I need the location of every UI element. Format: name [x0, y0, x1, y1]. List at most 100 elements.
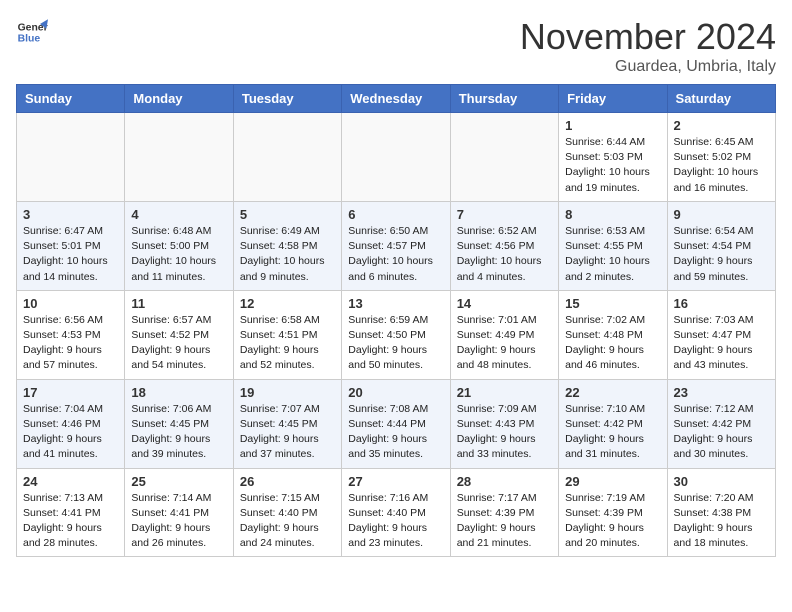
calendar-header-cell: Wednesday — [342, 85, 450, 113]
day-info: Sunrise: 7:20 AM Sunset: 4:38 PM Dayligh… — [674, 491, 769, 552]
calendar-header-cell: Saturday — [667, 85, 775, 113]
day-info: Sunrise: 6:54 AM Sunset: 4:54 PM Dayligh… — [674, 224, 769, 285]
day-info: Sunrise: 7:03 AM Sunset: 4:47 PM Dayligh… — [674, 313, 769, 374]
day-info: Sunrise: 6:49 AM Sunset: 4:58 PM Dayligh… — [240, 224, 335, 285]
calendar-day-cell: 3 Sunrise: 6:47 AM Sunset: 5:01 PM Daylig… — [17, 201, 125, 290]
day-number: 13 — [348, 296, 443, 311]
calendar-day-cell: 8 Sunrise: 6:53 AM Sunset: 4:55 PM Daylig… — [559, 201, 667, 290]
calendar-day-cell: 11 Sunrise: 6:57 AM Sunset: 4:52 PM Dayli… — [125, 290, 233, 379]
day-info: Sunrise: 6:47 AM Sunset: 5:01 PM Dayligh… — [23, 224, 118, 285]
day-number: 7 — [457, 207, 552, 222]
day-info: Sunrise: 7:13 AM Sunset: 4:41 PM Dayligh… — [23, 491, 118, 552]
calendar-day-cell: 1 Sunrise: 6:44 AM Sunset: 5:03 PM Daylig… — [559, 113, 667, 202]
calendar-day-cell — [342, 113, 450, 202]
calendar-day-cell — [450, 113, 558, 202]
calendar-day-cell: 28 Sunrise: 7:17 AM Sunset: 4:39 PM Dayli… — [450, 468, 558, 557]
day-number: 10 — [23, 296, 118, 311]
title-area: November 2024 Guardea, Umbria, Italy — [520, 16, 776, 76]
day-info: Sunrise: 6:48 AM Sunset: 5:00 PM Dayligh… — [131, 224, 226, 285]
day-number: 12 — [240, 296, 335, 311]
day-number: 17 — [23, 385, 118, 400]
day-info: Sunrise: 7:12 AM Sunset: 4:42 PM Dayligh… — [674, 402, 769, 463]
day-info: Sunrise: 6:44 AM Sunset: 5:03 PM Dayligh… — [565, 135, 660, 196]
calendar-header-cell: Tuesday — [233, 85, 341, 113]
day-info: Sunrise: 7:07 AM Sunset: 4:45 PM Dayligh… — [240, 402, 335, 463]
calendar-day-cell: 13 Sunrise: 6:59 AM Sunset: 4:50 PM Dayli… — [342, 290, 450, 379]
calendar-day-cell — [233, 113, 341, 202]
calendar-body: 1 Sunrise: 6:44 AM Sunset: 5:03 PM Daylig… — [17, 113, 776, 557]
logo-icon: General Blue — [16, 16, 48, 48]
day-number: 25 — [131, 474, 226, 489]
calendar-day-cell: 21Sunrise: 7:09 AM Sunset: 4:43 PM Dayli… — [450, 379, 558, 468]
day-info: Sunrise: 7:14 AM Sunset: 4:41 PM Dayligh… — [131, 491, 226, 552]
day-number: 11 — [131, 296, 226, 311]
day-number: 30 — [674, 474, 769, 489]
calendar-day-cell: 25 Sunrise: 7:14 AM Sunset: 4:41 PM Dayli… — [125, 468, 233, 557]
day-number: 3 — [23, 207, 118, 222]
day-number: 8 — [565, 207, 660, 222]
logo: General Blue — [16, 16, 48, 48]
day-info: Sunrise: 6:57 AM Sunset: 4:52 PM Dayligh… — [131, 313, 226, 374]
calendar-header-row: SundayMondayTuesdayWednesdayThursdayFrid… — [17, 85, 776, 113]
header: General Blue November 2024 Guardea, Umbr… — [16, 16, 776, 76]
calendar-day-cell: 15 Sunrise: 7:02 AM Sunset: 4:48 PM Dayli… — [559, 290, 667, 379]
day-number: 27 — [348, 474, 443, 489]
calendar-header-cell: Monday — [125, 85, 233, 113]
calendar-day-cell: 7 Sunrise: 6:52 AM Sunset: 4:56 PM Daylig… — [450, 201, 558, 290]
day-number: 2 — [674, 118, 769, 133]
svg-text:Blue: Blue — [18, 34, 41, 45]
calendar-day-cell: 18 Sunrise: 7:06 AM Sunset: 4:45 PM Dayli… — [125, 379, 233, 468]
day-info: Sunrise: 6:59 AM Sunset: 4:50 PM Dayligh… — [348, 313, 443, 374]
calendar-week-row: 1 Sunrise: 6:44 AM Sunset: 5:03 PM Daylig… — [17, 113, 776, 202]
calendar-day-cell: 5 Sunrise: 6:49 AM Sunset: 4:58 PM Daylig… — [233, 201, 341, 290]
day-number: 9 — [674, 207, 769, 222]
day-number: 28 — [457, 474, 552, 489]
calendar-day-cell: 9 Sunrise: 6:54 AM Sunset: 4:54 PM Daylig… — [667, 201, 775, 290]
calendar-table: SundayMondayTuesdayWednesdayThursdayFrid… — [16, 84, 776, 557]
calendar-header-cell: Friday — [559, 85, 667, 113]
day-info: Sunrise: 7:04 AM Sunset: 4:46 PM Dayligh… — [23, 402, 118, 463]
calendar-day-cell: 27 Sunrise: 7:16 AM Sunset: 4:40 PM Dayli… — [342, 468, 450, 557]
day-number: 5 — [240, 207, 335, 222]
day-number: 26 — [240, 474, 335, 489]
day-number: 23 — [674, 385, 769, 400]
day-info: Sunrise: 6:45 AM Sunset: 5:02 PM Dayligh… — [674, 135, 769, 196]
day-number: 22 — [565, 385, 660, 400]
day-number: 15 — [565, 296, 660, 311]
month-title: November 2024 — [520, 16, 776, 58]
day-number: 14 — [457, 296, 552, 311]
day-number: 1 — [565, 118, 660, 133]
day-info: Sunrise: 6:58 AM Sunset: 4:51 PM Dayligh… — [240, 313, 335, 374]
day-info: Sunrise: 6:50 AM Sunset: 4:57 PM Dayligh… — [348, 224, 443, 285]
day-info: Sunrise: 6:52 AM Sunset: 4:56 PM Dayligh… — [457, 224, 552, 285]
calendar-day-cell: 2 Sunrise: 6:45 AM Sunset: 5:02 PM Daylig… — [667, 113, 775, 202]
calendar-day-cell: 20 Sunrise: 7:08 AM Sunset: 4:44 PM Dayli… — [342, 379, 450, 468]
day-info: Sunrise: 7:08 AM Sunset: 4:44 PM Dayligh… — [348, 402, 443, 463]
calendar-day-cell: 14 Sunrise: 7:01 AM Sunset: 4:49 PM Dayli… — [450, 290, 558, 379]
calendar-day-cell — [17, 113, 125, 202]
calendar-day-cell: 22 Sunrise: 7:10 AM Sunset: 4:42 PM Dayli… — [559, 379, 667, 468]
calendar-day-cell: 19Sunrise: 7:07 AM Sunset: 4:45 PM Dayli… — [233, 379, 341, 468]
day-info: Sunrise: 7:10 AM Sunset: 4:42 PM Dayligh… — [565, 402, 660, 463]
day-number: 20 — [348, 385, 443, 400]
day-number: 18 — [131, 385, 226, 400]
day-info: Sunrise: 7:01 AM Sunset: 4:49 PM Dayligh… — [457, 313, 552, 374]
calendar-day-cell: 6Sunrise: 6:50 AM Sunset: 4:57 PM Daylig… — [342, 201, 450, 290]
calendar-week-row: 3 Sunrise: 6:47 AM Sunset: 5:01 PM Daylig… — [17, 201, 776, 290]
day-info: Sunrise: 7:16 AM Sunset: 4:40 PM Dayligh… — [348, 491, 443, 552]
calendar-day-cell: 16Sunrise: 7:03 AM Sunset: 4:47 PM Dayli… — [667, 290, 775, 379]
calendar-day-cell: 29Sunrise: 7:19 AM Sunset: 4:39 PM Dayli… — [559, 468, 667, 557]
day-number: 29 — [565, 474, 660, 489]
calendar-header-cell: Thursday — [450, 85, 558, 113]
day-info: Sunrise: 7:06 AM Sunset: 4:45 PM Dayligh… — [131, 402, 226, 463]
calendar-day-cell: 30 Sunrise: 7:20 AM Sunset: 4:38 PM Dayli… — [667, 468, 775, 557]
day-info: Sunrise: 6:53 AM Sunset: 4:55 PM Dayligh… — [565, 224, 660, 285]
day-info: Sunrise: 7:17 AM Sunset: 4:39 PM Dayligh… — [457, 491, 552, 552]
day-info: Sunrise: 7:02 AM Sunset: 4:48 PM Dayligh… — [565, 313, 660, 374]
calendar-week-row: 24 Sunrise: 7:13 AM Sunset: 4:41 PM Dayli… — [17, 468, 776, 557]
day-number: 24 — [23, 474, 118, 489]
calendar-day-cell: 10Sunrise: 6:56 AM Sunset: 4:53 PM Dayli… — [17, 290, 125, 379]
calendar-week-row: 10Sunrise: 6:56 AM Sunset: 4:53 PM Dayli… — [17, 290, 776, 379]
calendar-day-cell: 4Sunrise: 6:48 AM Sunset: 5:00 PM Daylig… — [125, 201, 233, 290]
calendar-day-cell: 24 Sunrise: 7:13 AM Sunset: 4:41 PM Dayli… — [17, 468, 125, 557]
